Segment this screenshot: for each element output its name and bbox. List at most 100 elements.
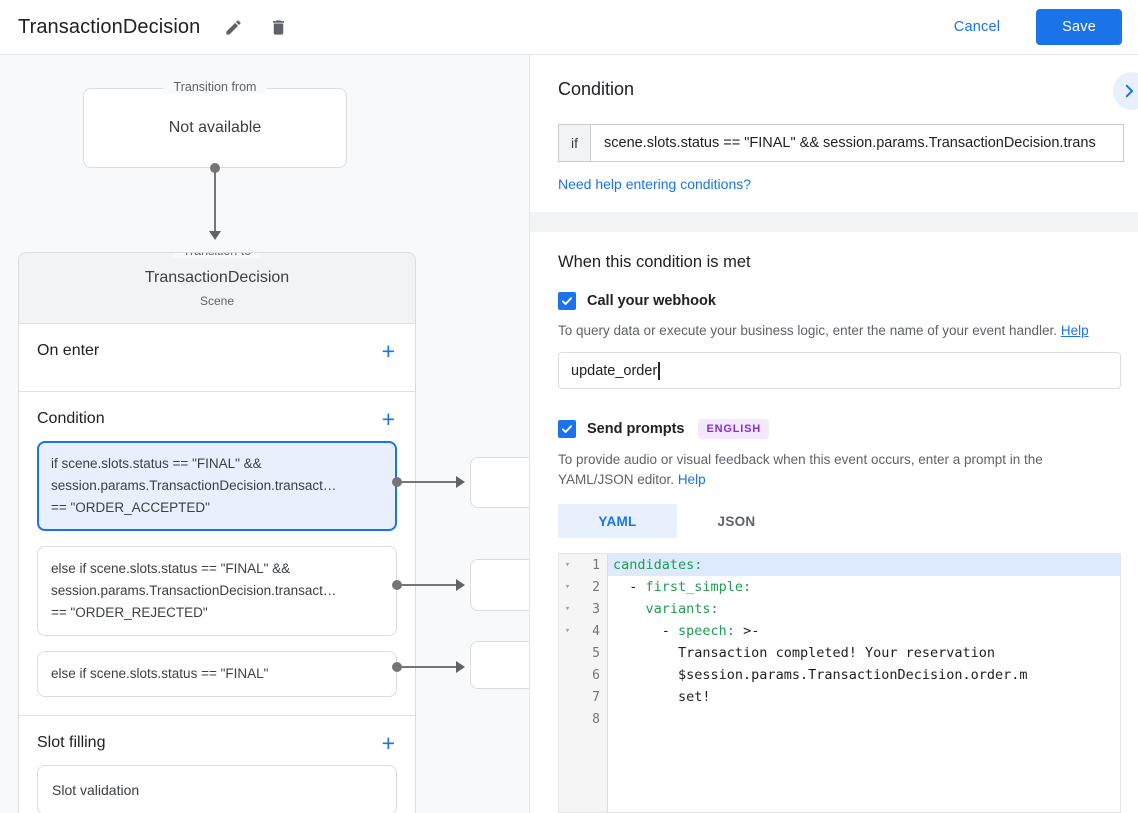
add-slot-button[interactable]: + [380, 732, 397, 755]
line-number: 8 [592, 711, 600, 727]
arrow-right-icon [456, 579, 465, 591]
tab-json[interactable]: JSON [677, 504, 796, 538]
prompts-description: To provide audio or visual feedback when… [558, 450, 1118, 490]
line-number: 2 [592, 579, 600, 595]
editor-code-area[interactable]: candidates: - first_simple: variants: - … [608, 554, 1120, 812]
arrow-down-icon [209, 231, 221, 240]
transition-from-value: Not available [168, 119, 262, 136]
line-number: 3 [592, 601, 600, 617]
condition-card-accepted[interactable]: if scene.slots.status == "FINAL" && sess… [37, 441, 397, 531]
when-met-title: When this condition is met [558, 253, 751, 271]
transition-from-box[interactable]: Transition from Not available [83, 80, 347, 168]
condition-header-section: Condition if scene.slots.status == "FINA… [530, 55, 1138, 212]
connector-line [214, 167, 216, 231]
check-icon [562, 297, 572, 305]
condition-text: else if scene.slots.status == "FINAL" [51, 666, 269, 681]
delete-scene-button[interactable] [267, 16, 290, 39]
send-prompts-checkbox[interactable] [558, 420, 576, 438]
panel-title: Condition [558, 79, 635, 99]
condition-editor-panel: Condition if scene.slots.status == "FINA… [530, 55, 1138, 813]
save-button[interactable]: Save [1036, 9, 1122, 45]
line-number: 7 [592, 689, 600, 705]
condition-card-rejected[interactable]: else if scene.slots.status == "FINAL" &&… [37, 546, 397, 636]
slot-validation-card[interactable]: Slot validation [37, 765, 397, 813]
transition-target-box[interactable] [470, 641, 529, 689]
code-line: Transaction completed! Your reservation [678, 645, 996, 661]
collapse-panel-button[interactable] [1113, 72, 1138, 110]
connector-line [397, 584, 457, 586]
if-prefix: if [559, 125, 591, 161]
condition-text: == "ORDER_REJECTED" [51, 605, 208, 620]
scene-type-label: Scene [199, 294, 235, 308]
code-line: - speech: >- [613, 623, 760, 639]
cancel-button[interactable]: Cancel [954, 19, 1000, 35]
pencil-icon [226, 19, 241, 35]
scene-diagram: Transition from Not available Transition… [0, 55, 530, 813]
scene-name: TransactionDecision [144, 269, 290, 286]
edit-title-button[interactable] [222, 16, 245, 39]
yaml-editor[interactable]: ▾ 1 ▾ 2 ▾ 3 ▾ 4 5 6 7 8 candidates: - first_… [558, 553, 1121, 813]
editor-tabs: YAML JSON [558, 504, 1121, 538]
on-enter-label: On enter [37, 342, 100, 359]
condition-text: else if scene.slots.status == "FINAL" && [51, 561, 291, 576]
connector-line [397, 481, 457, 483]
fold-toggle-icon[interactable]: ▾ [559, 560, 576, 570]
editor-gutter: ▾ 1 ▾ 2 ▾ 3 ▾ 4 5 6 7 8 [559, 554, 608, 812]
condition-section: Condition + if scene.slots.status == "FI… [19, 392, 415, 716]
language-badge: ENGLISH [698, 419, 769, 439]
call-webhook-label: Call your webhook [587, 293, 716, 309]
topbar: TransactionDecision Cancel Save [0, 0, 1138, 55]
webhook-description-text: To query data or execute your business l… [558, 323, 1058, 338]
code-line: candidates: [608, 554, 1120, 576]
code-line: set! [678, 689, 711, 705]
fold-toggle-icon[interactable]: ▾ [559, 604, 576, 614]
condition-card-final[interactable]: else if scene.slots.status == "FINAL" [37, 651, 397, 697]
condition-expression-input[interactable]: scene.slots.status == "FINAL" && session… [591, 125, 1123, 161]
line-number: 1 [592, 557, 600, 573]
page-title: TransactionDecision [18, 15, 201, 38]
call-webhook-checkbox[interactable] [558, 292, 576, 310]
condition-text: == "ORDER_ACCEPTED" [51, 500, 210, 515]
chevron-right-icon [1125, 84, 1133, 98]
code-line: - first_simple: [613, 579, 752, 595]
line-number: 4 [592, 623, 600, 639]
check-icon [562, 425, 572, 433]
on-enter-section: On enter + [19, 324, 415, 392]
condition-text: session.params.TransactionDecision.trans… [51, 478, 337, 493]
send-prompts-label: Send prompts [587, 421, 685, 437]
conditions-help-link[interactable]: Need help entering conditions? [558, 176, 751, 192]
slot-filling-label: Slot filling [37, 734, 106, 751]
condition-section-label: Condition [37, 410, 105, 427]
fold-toggle-icon[interactable]: ▾ [559, 582, 576, 592]
connector-line [397, 666, 457, 668]
transition-target-box[interactable] [470, 559, 529, 611]
code-line: variants: [645, 601, 719, 617]
line-number: 5 [592, 645, 600, 661]
fold-toggle-icon[interactable]: ▾ [559, 626, 576, 636]
transition-from-legend: Transition from [163, 80, 267, 94]
tab-yaml[interactable]: YAML [558, 504, 677, 538]
arrow-right-icon [456, 661, 465, 673]
webhook-handler-value: update_order [571, 362, 658, 379]
webhook-help-link[interactable]: Help [1061, 323, 1089, 338]
transition-to-legend: Transition to [172, 253, 262, 258]
condition-text: if scene.slots.status == "FINAL" && [51, 456, 262, 471]
condition-text: session.params.TransactionDecision.trans… [51, 583, 337, 598]
arrow-right-icon [456, 476, 465, 488]
condition-expression-row: if scene.slots.status == "FINAL" && sess… [558, 124, 1124, 162]
prompts-description-text: To provide audio or visual feedback when… [558, 452, 1043, 487]
slot-filling-section: Slot filling + Slot validation [19, 716, 415, 813]
webhook-handler-input[interactable]: update_order [558, 352, 1121, 389]
transition-to-box: Transition to TransactionDecision Scene … [18, 252, 416, 813]
prompts-help-link[interactable]: Help [678, 472, 706, 487]
section-divider-band [530, 212, 1138, 232]
code-line: $session.params.TransactionDecision.orde… [678, 667, 1028, 683]
line-number: 6 [592, 667, 600, 683]
text-cursor [658, 361, 660, 380]
add-on-enter-button[interactable]: + [380, 340, 397, 363]
transition-target-box[interactable] [470, 457, 529, 508]
webhook-description: To query data or execute your business l… [558, 321, 1118, 341]
add-condition-button[interactable]: + [380, 408, 397, 431]
scene-header[interactable]: TransactionDecision Scene [19, 253, 415, 324]
when-met-section: When this condition is met Call your web… [530, 232, 1138, 813]
